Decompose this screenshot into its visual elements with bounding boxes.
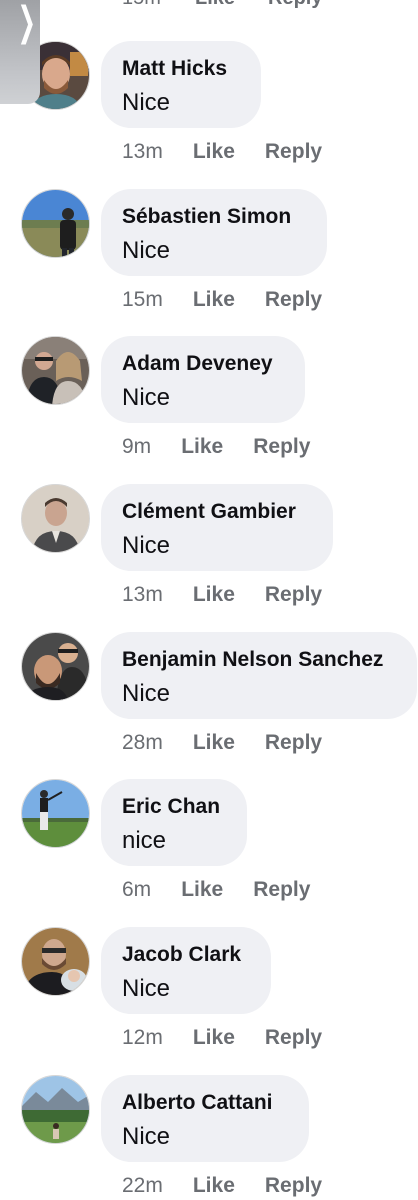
comment-text: Nice [122, 237, 171, 264]
like-button[interactable]: Like [195, 0, 268, 10]
comment-item: Adam Deveney Nice 9m Like Reply [0, 336, 418, 484]
like-button[interactable]: Like [193, 288, 235, 312]
comment-text: Nice [122, 532, 171, 559]
comment-author[interactable]: Clément Gambier [122, 498, 313, 526]
avatar[interactable] [21, 1075, 90, 1144]
comment-item: Clément Gambier Nice 13m Like Reply [0, 484, 418, 632]
collapse-handle[interactable]: ❯ [0, 0, 40, 104]
comment-actions: 6m Like Reply [122, 875, 310, 905]
reply-button[interactable]: Reply [265, 583, 322, 607]
comment-bubble: Eric Chan nice [101, 779, 247, 866]
comment-text: Nice [122, 680, 171, 707]
like-button[interactable]: Like [193, 140, 235, 164]
comment-timestamp[interactable]: 22m [122, 1174, 163, 1198]
comment-bubble: Alberto Cattani Nice [101, 1075, 309, 1162]
comment-author[interactable]: Adam Deveney [122, 350, 285, 378]
comment-bubble: Benjamin Nelson Sanchez Nice [101, 632, 417, 719]
comment-bubble: Jacob Clark Nice [101, 927, 271, 1014]
comment-timestamp[interactable]: 28m [122, 731, 163, 755]
comment-text: Nice [122, 975, 171, 1002]
comment-author[interactable]: Sébastien Simon [122, 203, 307, 231]
comment-feed: ❯ 15m Like Reply Matt Hicks Nice 13m Lik… [0, 0, 418, 1200]
comment-author[interactable]: Eric Chan [122, 793, 227, 821]
comment-bubble: Matt Hicks Nice [101, 41, 261, 128]
comment-timestamp: 15m [122, 0, 195, 10]
comment-text: Nice [122, 384, 171, 411]
comment-author[interactable]: Alberto Cattani [122, 1089, 289, 1117]
comment-text: Nice [122, 1123, 171, 1150]
like-button[interactable]: Like [181, 435, 223, 459]
comment-author[interactable]: Jacob Clark [122, 941, 251, 969]
avatar[interactable] [21, 927, 90, 996]
comment-timestamp[interactable]: 9m [122, 435, 151, 459]
partial-comment-actions: 15m Like Reply [122, 0, 322, 10]
comment-item: Eric Chan nice 6m Like Reply [0, 779, 418, 927]
like-button[interactable]: Like [193, 583, 235, 607]
like-button[interactable]: Like [193, 1174, 235, 1198]
comment-timestamp[interactable]: 12m [122, 1026, 163, 1050]
comment-actions: 12m Like Reply [122, 1023, 322, 1053]
comment-author[interactable]: Benjamin Nelson Sanchez [122, 646, 397, 674]
comment-actions: 22m Like Reply [122, 1171, 322, 1200]
chevron-right-icon: ❯ [17, 0, 36, 45]
reply-button[interactable]: Reply [253, 435, 310, 459]
avatar[interactable] [21, 484, 90, 553]
avatar[interactable] [21, 632, 90, 701]
comment-text: nice [122, 827, 167, 854]
comment-actions: 9m Like Reply [122, 432, 310, 462]
avatar[interactable] [21, 336, 90, 405]
comment-timestamp[interactable]: 13m [122, 583, 163, 607]
comment-timestamp[interactable]: 6m [122, 878, 151, 902]
comment-actions: 15m Like Reply [122, 285, 322, 315]
comment-item: Matt Hicks Nice 13m Like Reply [0, 41, 418, 189]
comment-bubble: Sébastien Simon Nice [101, 189, 327, 276]
comment-text: Nice [122, 89, 171, 116]
comment-item: Jacob Clark Nice 12m Like Reply [0, 927, 418, 1075]
comment-item: Benjamin Nelson Sanchez Nice 28m Like Re… [0, 632, 418, 780]
comment-item: Alberto Cattani Nice 22m Like Reply [0, 1075, 418, 1200]
reply-button[interactable]: Reply [265, 140, 322, 164]
reply-button[interactable]: Reply [268, 0, 322, 10]
reply-button[interactable]: Reply [265, 1174, 322, 1198]
comment-bubble: Adam Deveney Nice [101, 336, 305, 423]
comment-item: Sébastien Simon Nice 15m Like Reply [0, 189, 418, 337]
comment-actions: 13m Like Reply [122, 580, 322, 610]
reply-button[interactable]: Reply [265, 1026, 322, 1050]
reply-button[interactable]: Reply [265, 731, 322, 755]
reply-button[interactable]: Reply [265, 288, 322, 312]
reply-button[interactable]: Reply [253, 878, 310, 902]
comment-timestamp[interactable]: 15m [122, 288, 163, 312]
like-button[interactable]: Like [181, 878, 223, 902]
comment-bubble: Clément Gambier Nice [101, 484, 333, 571]
comment-author[interactable]: Matt Hicks [122, 55, 241, 83]
avatar[interactable] [21, 189, 90, 258]
like-button[interactable]: Like [193, 731, 235, 755]
comment-timestamp[interactable]: 13m [122, 140, 163, 164]
like-button[interactable]: Like [193, 1026, 235, 1050]
comment-actions: 28m Like Reply [122, 728, 322, 758]
avatar[interactable] [21, 779, 90, 848]
comment-actions: 13m Like Reply [122, 137, 322, 167]
